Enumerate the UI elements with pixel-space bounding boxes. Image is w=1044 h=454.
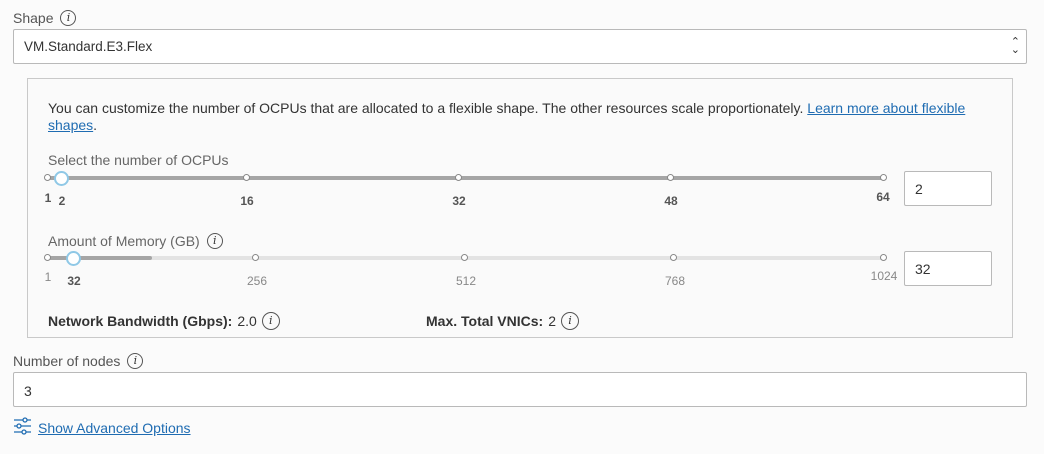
network-bandwidth-value: 2.0	[237, 313, 257, 329]
nodes-input-value: 3	[24, 383, 32, 399]
ocpu-tick-64	[880, 174, 887, 181]
ocpu-tick-label: 16	[240, 194, 254, 208]
shape-select[interactable]: VM.Standard.E3.Flex ⌃ ⌄	[13, 29, 1027, 64]
flex-shape-panel: You can customize the number of OCPUs th…	[27, 78, 1013, 338]
ocpu-label-text: Select the number of OCPUs	[48, 152, 229, 168]
ocpu-tick-label: 48	[664, 194, 678, 208]
network-bandwidth-label: Network Bandwidth (Gbps):	[48, 313, 233, 329]
memory-tick-label: 1024	[870, 269, 898, 283]
info-icon[interactable]: i	[127, 353, 144, 369]
info-icon[interactable]: i	[206, 233, 223, 249]
memory-input-value: 32	[915, 261, 931, 277]
memory-tick-label: 512	[455, 274, 477, 288]
ocpu-count-input[interactable]: 2	[904, 171, 992, 206]
memory-tick-label: 768	[664, 274, 686, 288]
memory-slider-thumb[interactable]	[66, 251, 81, 266]
memory-tick-label: 256	[246, 274, 268, 288]
network-bandwidth: Network Bandwidth (Gbps): 2.0 i	[48, 312, 280, 330]
max-vnics-value: 2	[548, 313, 556, 329]
max-vnics-label: Max. Total VNICs:	[426, 313, 544, 329]
shape-label: Shape	[13, 10, 54, 26]
ocpu-tick-label: 1	[44, 191, 52, 205]
max-total-vnics: Max. Total VNICs: 2 i	[426, 312, 579, 330]
memory-label-text: Amount of Memory (GB)	[48, 233, 200, 249]
shape-label-row: Shape i	[13, 10, 77, 26]
nodes-label-row: Number of nodes i	[13, 353, 144, 369]
flex-description-text: You can customize the number of OCPUs th…	[48, 100, 808, 116]
info-icon[interactable]: i	[561, 312, 579, 330]
memory-tick-512	[461, 254, 468, 261]
ocpu-tick-label: 64	[876, 190, 890, 204]
show-advanced-options[interactable]: Show Advanced Options	[13, 417, 191, 438]
shape-select-value: VM.Standard.E3.Flex	[24, 39, 153, 54]
memory-tick-1	[44, 254, 51, 261]
nodes-label: Number of nodes	[13, 353, 121, 369]
ocpu-tick-32	[455, 174, 462, 181]
flex-shape-description: You can customize the number of OCPUs th…	[48, 100, 988, 134]
ocpu-tick-16	[243, 174, 250, 181]
memory-tick-label: 1	[44, 270, 52, 284]
ocpu-slider-thumb[interactable]	[54, 171, 69, 186]
ocpu-tick-label: 32	[452, 194, 466, 208]
number-of-nodes-input[interactable]: 3	[13, 372, 1027, 407]
memory-tick-256	[252, 254, 259, 261]
ocpu-tick-48	[667, 174, 674, 181]
memory-amount-input[interactable]: 32	[904, 251, 992, 286]
memory-tick-1024	[880, 254, 887, 261]
show-advanced-options-link[interactable]: Show Advanced Options	[38, 420, 191, 436]
ocpu-tick-label: 2	[58, 194, 66, 208]
sliders-settings-icon	[13, 417, 32, 438]
info-icon[interactable]: i	[60, 10, 77, 26]
ocpu-slider-label: Select the number of OCPUs	[48, 152, 229, 168]
updown-caret-icon: ⌃ ⌄	[1010, 36, 1020, 56]
ocpu-tick-1	[44, 174, 51, 181]
memory-tick-label: 32	[67, 274, 81, 288]
memory-slider-range-fill	[49, 256, 152, 260]
info-icon[interactable]: i	[261, 312, 280, 330]
ocpu-input-value: 2	[915, 181, 923, 197]
ocpu-slider-track[interactable]	[49, 176, 886, 180]
description-suffix: .	[93, 117, 98, 133]
memory-tick-768	[670, 254, 677, 261]
memory-slider-label: Amount of Memory (GB) i	[48, 233, 223, 249]
